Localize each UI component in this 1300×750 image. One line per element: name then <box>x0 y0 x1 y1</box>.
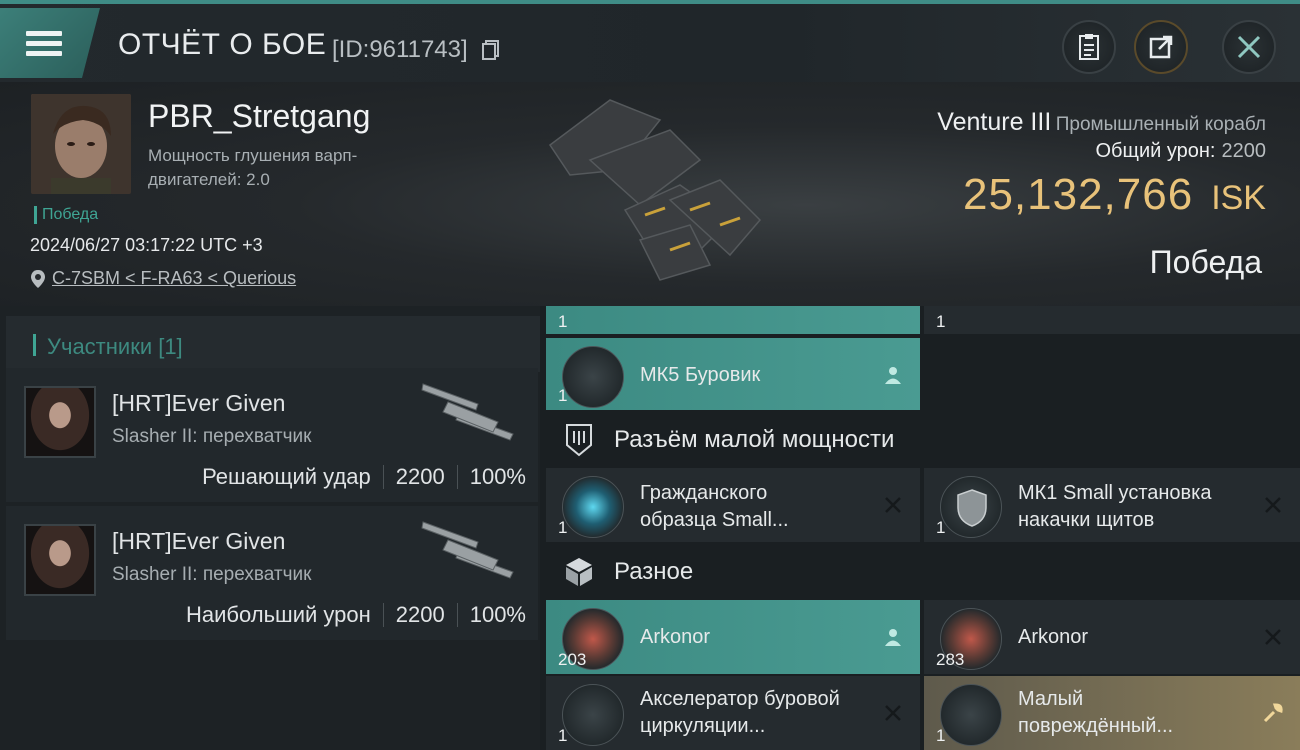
accelerator-icon <box>562 684 624 746</box>
shield-extender-icon <box>562 476 624 538</box>
share-button[interactable] <box>1134 20 1188 74</box>
fitting-panel: 1 1 1 МК5 Буровик Разъём малой мощности … <box>540 306 1300 750</box>
participant-percent: 100% <box>469 602 526 627</box>
participant-percent: 100% <box>469 464 526 489</box>
participant-stats: Наибольший урон 2200 100% <box>186 602 526 628</box>
ship-render-image <box>548 99 762 281</box>
isk-value-row: 25,132,766 ISK <box>963 170 1266 220</box>
pilot-description: Мощность глушения варп-двигателей: 2.0 <box>148 146 358 189</box>
module-slot[interactable]: 1 МК1 Small установка накачки щитов <box>924 468 1300 542</box>
module-quantity: 1 <box>558 386 568 405</box>
top-bar: ОТЧЁТ О БОЕ [ID:9611743] <box>0 0 1300 82</box>
participants-header: Участники [1] <box>6 316 540 372</box>
participant-avatar[interactable] <box>24 524 96 596</box>
module-label: МК1 Small установка накачки щитов <box>1018 482 1212 531</box>
total-damage-label: Общий урон: <box>1095 140 1216 162</box>
ship-title: Venture III Промышленный корабл <box>937 108 1266 137</box>
location-pin-icon <box>31 269 45 288</box>
module-slot-mk5[interactable]: 1 МК5 Буровик <box>546 338 920 410</box>
isk-currency: ISK <box>1211 179 1266 217</box>
destroyed-x-icon <box>880 492 906 518</box>
participant-damage: 2200 <box>395 602 445 627</box>
category-misc: Разное <box>546 544 1300 600</box>
clipboard-icon <box>1079 34 1099 60</box>
pilot-icon <box>880 362 906 388</box>
module-label: Акселератор буровой циркуляции... <box>640 688 840 737</box>
participant-ship: Slasher II: перехватчик <box>112 564 312 585</box>
participant-ship-image <box>421 521 514 579</box>
clipboard-button[interactable] <box>1062 20 1116 74</box>
destroyed-x-icon <box>880 700 906 726</box>
module-quantity: 1 <box>936 726 946 745</box>
module-quantity: 1 <box>558 726 568 745</box>
cargo-label: Arkonor <box>640 626 711 648</box>
module-quantity: 1 <box>936 518 946 537</box>
victory-tag: Победа <box>34 206 98 224</box>
module-slot[interactable]: 1 <box>924 306 1300 334</box>
total-damage: Общий урон: 2200 <box>1096 140 1267 163</box>
ship-name[interactable]: Venture III <box>937 108 1051 136</box>
participant-name: [HRT]Ever Given <box>112 390 286 416</box>
pilot-avatar[interactable] <box>31 94 131 194</box>
page-title: ОТЧЁТ О БОЕ <box>118 28 327 61</box>
destroyed-x-icon <box>1260 624 1286 650</box>
close-button[interactable] <box>1222 20 1276 74</box>
damaged-module-icon <box>940 684 1002 746</box>
participant-damage: 2200 <box>395 464 445 489</box>
participant-ship: Slasher II: перехватчик <box>112 426 312 447</box>
participants-title: Участники [1] <box>47 334 183 359</box>
share-icon <box>1149 35 1173 59</box>
cargo-quantity: 203 <box>558 650 587 669</box>
participant-avatar[interactable] <box>24 386 96 458</box>
total-damage-value: 2200 <box>1221 140 1267 162</box>
participant-stats: Решающий удар 2200 100% <box>202 464 526 490</box>
kill-header: PBR_Stretgang Мощность глушения варп-дви… <box>0 82 1300 306</box>
battle-datetime: 2024/06/27 03:17:22 UTC +3 <box>30 235 263 255</box>
participant-name: [HRT]Ever Given <box>112 528 286 554</box>
module-slot[interactable]: 1 Гражданского образца Small... <box>546 468 920 542</box>
drill-module-icon <box>562 346 624 408</box>
category-title: Разное <box>614 558 694 585</box>
cargo-slot[interactable]: 203 Arkonor <box>546 600 920 674</box>
participant-role: Наибольший урон <box>185 602 371 627</box>
module-label: Гражданского образца Small... <box>640 482 789 531</box>
report-id: [ID:9611743] <box>332 36 468 63</box>
shield-icon <box>940 476 1002 538</box>
participant-row[interactable]: [HRT]Ever Given Slasher II: перехватчик … <box>6 506 538 640</box>
participant-role: Решающий удар <box>202 464 371 489</box>
cargo-slot[interactable]: 283 Arkonor <box>924 600 1300 674</box>
battle-location[interactable]: C-7SBM < F-RA63 < Querious <box>30 268 296 289</box>
close-icon <box>1237 35 1261 59</box>
participant-row[interactable]: [HRT]Ever Given Slasher II: перехватчик … <box>6 368 538 502</box>
module-label: Малый повреждённый... <box>1018 688 1174 737</box>
module-quantity: 1 <box>558 312 568 331</box>
module-quantity: 1 <box>558 518 568 537</box>
module-slot[interactable]: 1 Малый повреждённый... <box>924 676 1300 750</box>
menu-button[interactable] <box>0 8 100 78</box>
wrench-icon <box>1260 700 1286 726</box>
isk-value: 25,132,766 <box>962 170 1194 219</box>
cargo-label: Arkonor <box>1018 626 1089 648</box>
category-low-power: Разъём малой мощности <box>546 412 1300 468</box>
pilot-name[interactable]: PBR_Stretgang <box>148 98 370 135</box>
category-title: Разъём малой мощности <box>614 426 895 453</box>
low-power-slot-icon <box>562 423 596 457</box>
module-quantity: 1 <box>936 312 946 331</box>
pilot-icon <box>880 624 906 650</box>
location-link[interactable]: C-7SBM < F-RA63 < Querious <box>52 268 296 289</box>
copy-icon[interactable] <box>482 40 500 60</box>
ship-class: Промышленный корабл <box>1055 114 1266 135</box>
cube-icon <box>562 555 596 589</box>
destroyed-x-icon <box>1260 492 1286 518</box>
participants-panel: Участники [1] [HRT]Ever Given Slasher II… <box>0 306 540 750</box>
module-label: МК5 Буровик <box>640 364 761 386</box>
participant-ship-image <box>421 383 514 441</box>
module-slot[interactable]: 1 <box>546 306 920 334</box>
battle-result: Победа <box>1149 244 1262 280</box>
module-slot[interactable]: 1 Акселератор буровой циркуляции... <box>546 676 920 750</box>
hamburger-icon <box>26 26 62 61</box>
cargo-quantity: 283 <box>936 650 965 669</box>
